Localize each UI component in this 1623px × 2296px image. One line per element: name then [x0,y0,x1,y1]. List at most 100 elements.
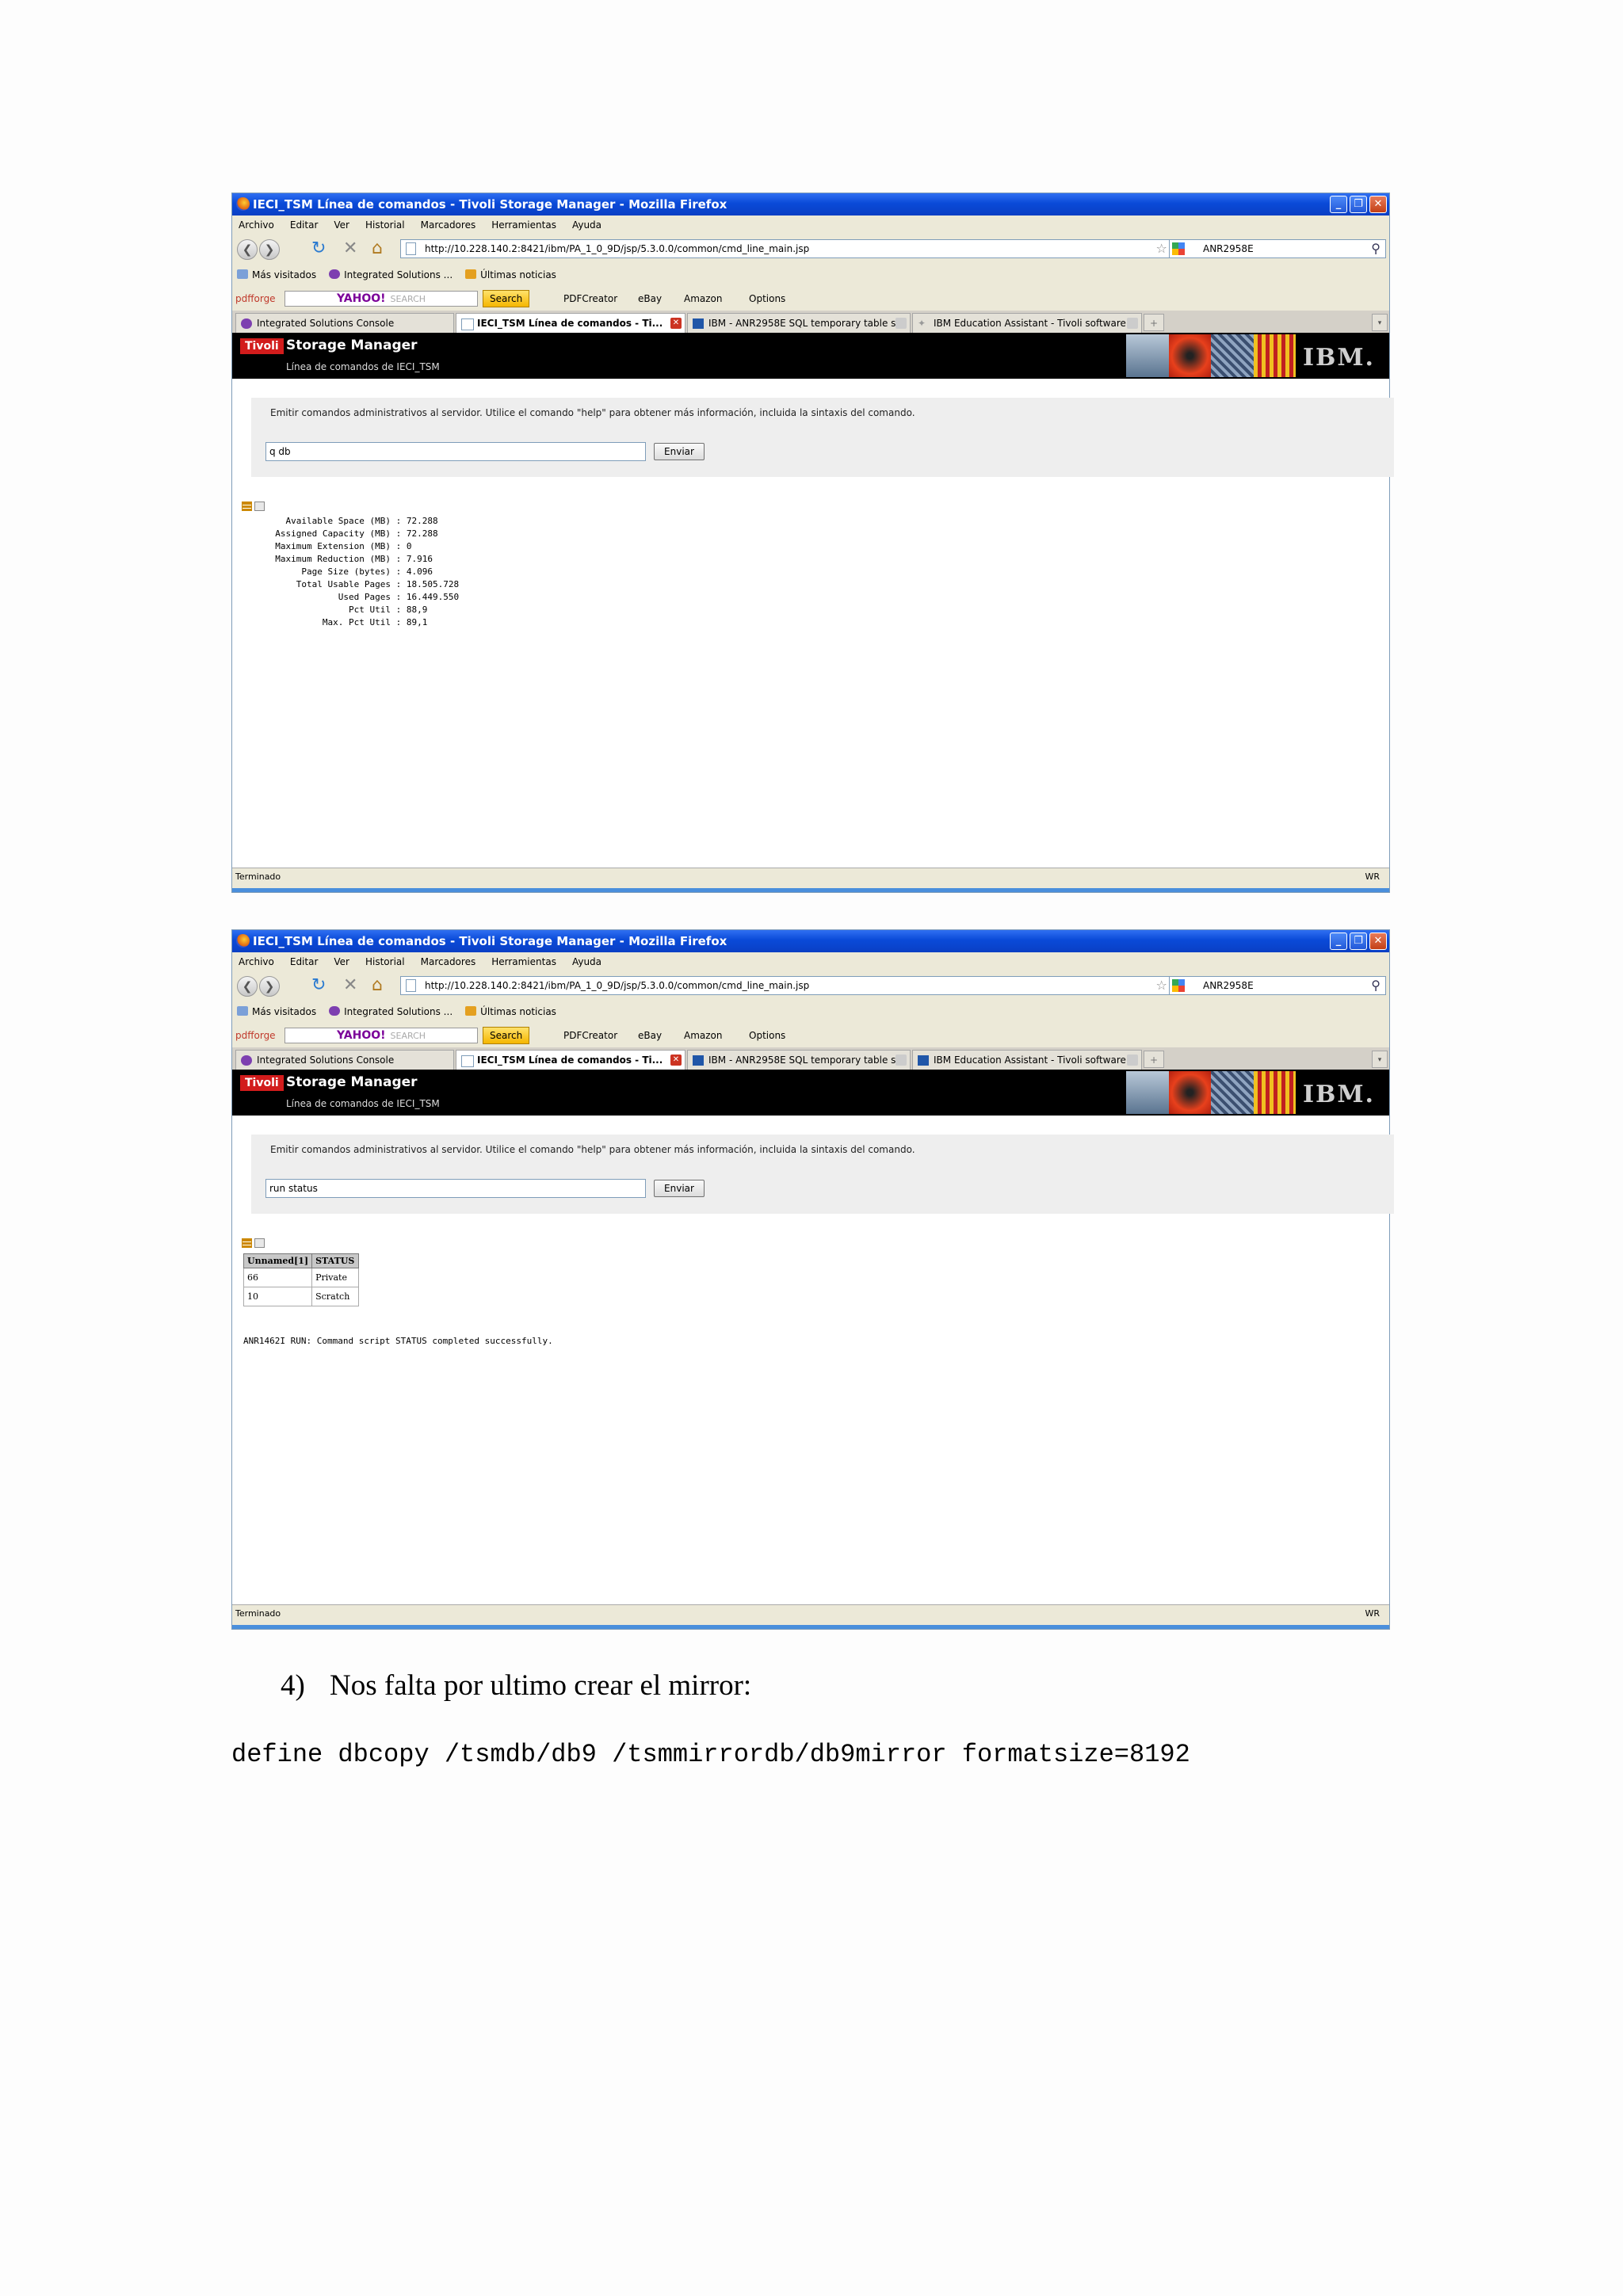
output-row: Maximum Reduction (MB) : 7.916 [275,554,433,564]
new-tab-button[interactable]: + [1144,314,1164,331]
close-button[interactable]: ✕ [1369,196,1387,213]
home-icon[interactable]: ⌂ [372,239,383,258]
command-input[interactable]: q db [265,442,646,461]
options-button[interactable]: Options [749,1024,785,1047]
options-button[interactable]: Options [749,287,785,311]
new-tab-button[interactable]: + [1144,1051,1164,1068]
menu-historial[interactable]: Historial [365,952,405,971]
bookmark-integrated-solutions[interactable]: Integrated Solutions ... [329,1000,453,1024]
search-box[interactable]: ANR2958E ⚲ [1169,976,1386,995]
search-box[interactable]: ANR2958E ⚲ [1169,239,1386,258]
table-view-icon[interactable] [242,1238,252,1248]
minimize-button[interactable]: _ [1330,933,1347,950]
url-bar[interactable]: http://10.228.140.2:8421/ibm/PA_1_0_9D/j… [400,239,1185,258]
restore-button[interactable]: ❐ [1350,196,1367,213]
menu-marcadores[interactable]: Marcadores [421,952,476,971]
menu-herramientas[interactable]: Herramientas [491,215,556,235]
back-button[interactable]: ❮ [237,976,258,997]
menu-archivo[interactable]: Archivo [239,215,274,235]
table-view-icon[interactable] [242,502,252,511]
restore-button[interactable]: ❐ [1350,933,1367,950]
menu-archivo[interactable]: Archivo [239,952,274,971]
forward-button[interactable]: ❯ [259,239,280,260]
output-row: Maximum Extension (MB) : 0 [275,541,412,551]
text-view-icon[interactable] [254,502,265,511]
reload-icon[interactable]: ↻ [311,976,326,995]
instruction-text: Emitir comandos administrativos al servi… [270,1144,915,1155]
tab-ibm-education-assistant[interactable]: IBM Education Assistant - Tivoli softwar… [912,1050,1142,1070]
close-tab-icon[interactable]: ✕ [670,318,682,329]
stop-icon[interactable]: ✕ [343,976,357,995]
menu-editar[interactable]: Editar [290,952,319,971]
command-panel: Emitir comandos administrativos al servi… [251,1135,1394,1214]
minimize-button[interactable]: _ [1330,196,1347,213]
tab-ibm-anr2958e[interactable]: IBM - ANR2958E SQL temporary table s... [687,313,911,333]
yahoo-search-button[interactable]: Search [483,290,530,307]
close-button[interactable]: ✕ [1369,933,1387,950]
step-heading: 4) Nos falta por ultimo crear el mirror: [281,1669,751,1703]
tab-ieci-tsm[interactable]: IECI_TSM Línea de comandos - Ti... ✕ [456,1050,685,1070]
yahoo-search-input[interactable]: YAHOO! SEARCH [285,1028,478,1043]
navigation-toolbar: ❮ ❯ ↻ ✕ ⌂ http://10.228.140.2:8421/ibm/P… [232,235,1389,263]
menu-editar[interactable]: Editar [290,215,319,235]
bookmark-ultimas-noticias[interactable]: Últimas noticias [465,1000,556,1024]
back-button[interactable]: ❮ [237,239,258,260]
url-bar[interactable]: http://10.228.140.2:8421/ibm/PA_1_0_9D/j… [400,976,1185,995]
pdfcreator-button[interactable]: PDFCreator [563,287,617,311]
output-row: Used Pages : 16.449.550 [338,592,460,602]
search-value: ANR2958E [1203,980,1254,991]
menu-historial[interactable]: Historial [365,215,405,235]
menu-ayuda[interactable]: Ayuda [572,215,601,235]
title-bar: IECI_TSM Línea de comandos - Tivoli Stor… [232,930,1389,952]
firefox-icon [236,197,250,211]
enviar-button[interactable]: Enviar [654,1180,705,1197]
tab-integrated-solutions-console[interactable]: Integrated Solutions Console [235,313,454,333]
menu-ayuda[interactable]: Ayuda [572,952,601,971]
output-row: Max. Pct Util : 89,1 [322,617,428,627]
menu-marcadores[interactable]: Marcadores [421,215,476,235]
tab-ibm-anr2958e[interactable]: IBM - ANR2958E SQL temporary table s... [687,1050,911,1070]
reload-icon[interactable]: ↻ [311,239,326,258]
banner-image [1126,334,1296,377]
yahoo-search-button[interactable]: Search [483,1027,530,1044]
yahoo-search-input[interactable]: YAHOO! SEARCH [285,291,478,307]
tab-list-button[interactable]: ▾ [1372,1051,1388,1068]
home-icon[interactable]: ⌂ [372,976,383,995]
output-row: Total Usable Pages : 18.505.728 [296,579,460,589]
menu-herramientas[interactable]: Herramientas [491,952,556,971]
tivoli-logo: Tivoli [240,338,284,354]
bookmark-integrated-solutions[interactable]: Integrated Solutions ... [329,263,453,287]
search-icon[interactable]: ⚲ [1371,240,1381,257]
amazon-button[interactable]: Amazon [684,1024,723,1047]
pdfcreator-button[interactable]: PDFCreator [563,1024,617,1047]
search-icon[interactable]: ⚲ [1371,977,1381,994]
bookmark-mas-visitados[interactable]: Más visitados [237,1000,316,1024]
ebay-button[interactable]: eBay [638,1024,662,1047]
tab-list-button[interactable]: ▾ [1372,314,1388,331]
menu-ver[interactable]: Ver [334,215,349,235]
tsm-banner: Tivoli Storage Manager Línea de comandos… [232,333,1389,379]
column-header: Unnamed[1] [242,1253,313,1268]
bookmark-ultimas-noticias[interactable]: Últimas noticias [465,263,556,287]
status-wr: WR [1365,1608,1380,1619]
browser-window-2: IECI_TSM Línea de comandos - Tivoli Stor… [231,929,1394,1630]
tab-integrated-solutions-console[interactable]: Integrated Solutions Console [235,1050,454,1070]
table-row: 10 Scratch [242,1287,360,1306]
text-view-icon[interactable] [254,1238,265,1248]
enviar-button[interactable]: Enviar [654,443,705,460]
close-tab-icon[interactable]: ✕ [670,1055,682,1066]
command-input[interactable]: run status [265,1179,646,1198]
tab-ibm-education-assistant[interactable]: ✦ IBM Education Assistant - Tivoli softwa… [912,313,1142,333]
output-row: Page Size (bytes) : 4.096 [301,566,433,577]
tab-ieci-tsm[interactable]: IECI_TSM Línea de comandos - Ti... ✕ [456,313,685,333]
menu-ver[interactable]: Ver [334,952,349,971]
tab-bar: Integrated Solutions Console IECI_TSM Lí… [232,1047,1389,1070]
product-subtitle: Línea de comandos de IECI_TSM [286,1098,440,1109]
output-row: Assigned Capacity (MB) : 72.288 [275,528,438,539]
stop-icon[interactable]: ✕ [343,239,357,258]
ebay-button[interactable]: eBay [638,287,662,311]
page-content: Emitir comandos administrativos al servi… [232,1116,1394,1605]
amazon-button[interactable]: Amazon [684,287,723,311]
forward-button[interactable]: ❯ [259,976,280,997]
bookmark-mas-visitados[interactable]: Más visitados [237,263,316,287]
